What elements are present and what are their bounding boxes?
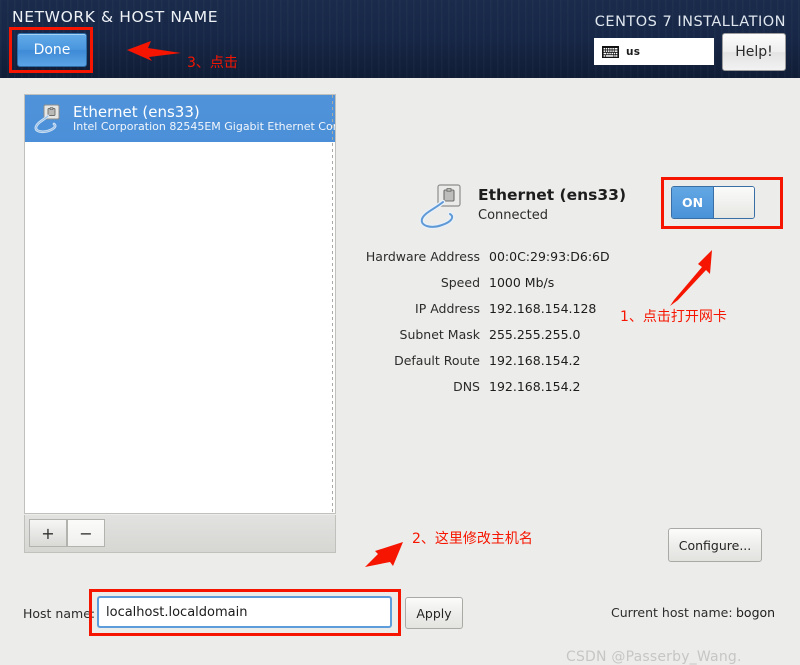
table-row: DNS 192.168.154.2 xyxy=(330,373,660,399)
detail-label: Hardware Address xyxy=(365,248,480,264)
installer-header: NETWORK & HOST NAME CENTOS 7 INSTALLATIO… xyxy=(0,0,800,78)
apply-button[interactable]: Apply xyxy=(405,597,463,629)
detail-label: IP Address xyxy=(415,300,480,316)
network-enable-toggle[interactable]: ON xyxy=(671,186,755,219)
table-row: IP Address 192.168.154.128 xyxy=(330,295,660,321)
hostname-label: Host name: xyxy=(23,606,96,621)
done-button[interactable]: Done xyxy=(17,33,87,67)
configure-button[interactable]: Configure... xyxy=(668,528,762,562)
network-list-toolbar: + − xyxy=(24,515,336,553)
device-title: Ethernet (ens33) xyxy=(478,186,627,204)
keyboard-layout-label: us xyxy=(626,45,641,58)
ethernet-port-icon xyxy=(419,184,461,230)
detail-value: 00:0C:29:93:D6:6D xyxy=(489,248,610,264)
list-item-text: Ethernet (ens33) Intel Corporation 82545… xyxy=(73,105,335,132)
detail-label: Default Route xyxy=(394,352,480,368)
annotation-arrow-2 xyxy=(365,542,403,567)
add-device-button[interactable]: + xyxy=(29,519,67,547)
help-button[interactable]: Help! xyxy=(722,33,786,71)
watermark: CSDN @Passerby_Wang. xyxy=(566,649,742,665)
detail-value: 255.255.255.0 xyxy=(489,326,581,342)
hostname-input[interactable] xyxy=(97,596,392,628)
detail-label: Subnet Mask xyxy=(399,326,480,342)
installation-title: CENTOS 7 INSTALLATION xyxy=(594,14,786,30)
detail-value: 192.168.154.2 xyxy=(489,378,581,394)
table-row: Subnet Mask 255.255.255.0 xyxy=(330,321,660,347)
device-details-table: Hardware Address 00:0C:29:93:D6:6D Speed… xyxy=(330,243,660,399)
annotation-step2: 2、这里修改主机名 xyxy=(412,531,533,547)
ethernet-port-icon xyxy=(34,104,60,133)
toggle-knob[interactable] xyxy=(712,187,754,218)
list-item-description: Intel Corporation 82545EM Gigabit Ethern… xyxy=(73,119,335,133)
annotation-arrow-1 xyxy=(670,250,712,306)
current-hostname-value: bogon xyxy=(736,605,776,620)
annotation-step3: 3、点击 xyxy=(187,55,238,71)
detail-value: 1000 Mb/s xyxy=(489,274,555,290)
remove-device-button[interactable]: − xyxy=(67,519,105,547)
page-title: NETWORK & HOST NAME xyxy=(12,8,219,26)
keyboard-layout-indicator[interactable]: us xyxy=(594,38,714,65)
toggle-on-label: ON xyxy=(672,187,713,218)
annotation-step1: 1、点击打开网卡 xyxy=(620,309,727,325)
list-item-title: Ethernet (ens33) xyxy=(73,104,200,121)
list-item[interactable]: Ethernet (ens33) Intel Corporation 82545… xyxy=(25,95,335,142)
main-content: Ethernet (ens33) Intel Corporation 82545… xyxy=(0,78,800,665)
table-row: Hardware Address 00:0C:29:93:D6:6D xyxy=(330,243,660,269)
table-row: Speed 1000 Mb/s xyxy=(330,269,660,295)
detail-value: 192.168.154.2 xyxy=(489,352,581,368)
keyboard-icon xyxy=(602,45,619,58)
detail-label: DNS xyxy=(453,378,480,394)
detail-label: Speed xyxy=(440,274,480,290)
table-row: Default Route 192.168.154.2 xyxy=(330,347,660,373)
device-status: Connected xyxy=(478,208,549,223)
annotation-arrow-3 xyxy=(127,41,181,61)
current-hostname-label: Current host name: xyxy=(611,605,733,620)
detail-value: 192.168.154.128 xyxy=(489,300,597,316)
network-interface-list[interactable]: Ethernet (ens33) Intel Corporation 82545… xyxy=(24,94,336,514)
